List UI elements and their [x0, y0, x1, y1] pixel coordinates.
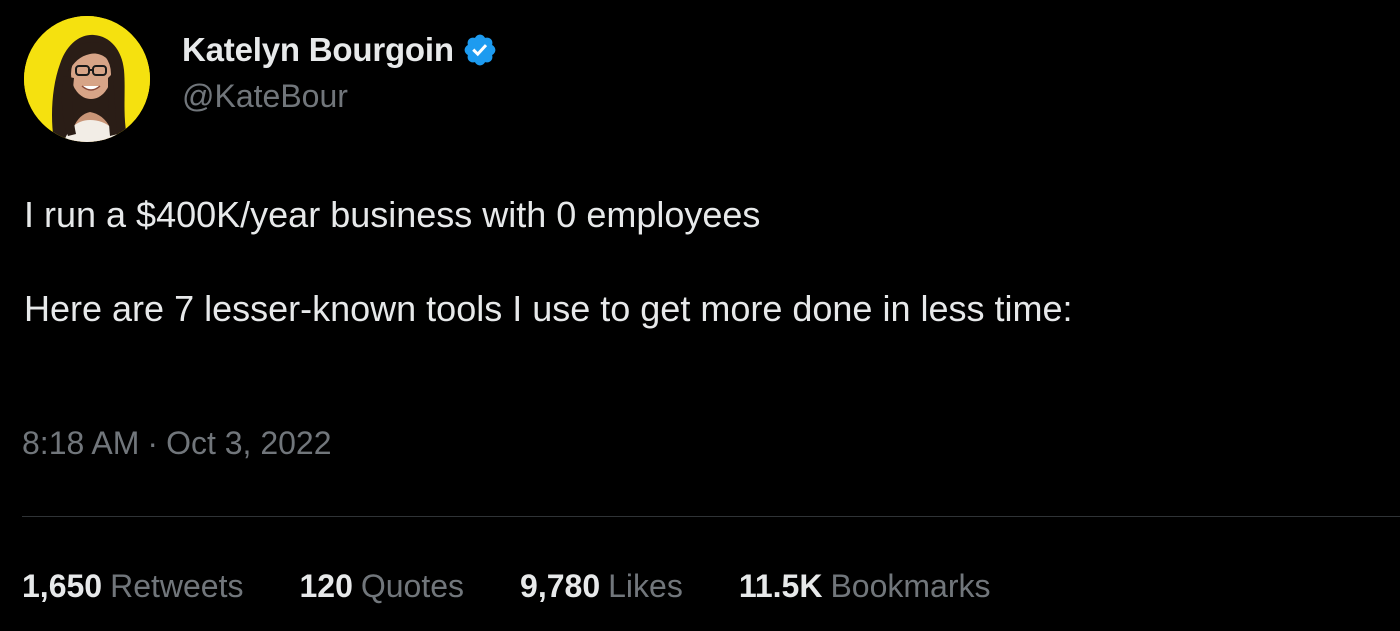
stat-label: Bookmarks [830, 568, 991, 604]
avatar[interactable] [24, 16, 150, 142]
stat-retweets[interactable]: 1,650 Retweets [22, 568, 243, 605]
engagement-stats: 1,650 Retweets 120 Quotes 9,780 Likes 11… [22, 568, 990, 605]
tweet-card: Katelyn Bourgoin @KateBour I run a $400K… [0, 0, 1400, 631]
display-name[interactable]: Katelyn Bourgoin [182, 31, 454, 69]
tweet-text: I run a $400K/year business with 0 emplo… [24, 190, 1394, 334]
verified-badge-icon[interactable] [462, 32, 498, 68]
stat-value: 11.5K [738, 568, 823, 604]
tweet-date[interactable]: Oct 3, 2022 [166, 425, 331, 462]
stat-value: 9,780 [520, 568, 601, 604]
stat-value: 1,650 [22, 568, 103, 604]
stat-quotes[interactable]: 120 Quotes [299, 568, 464, 605]
timestamp-separator: · [147, 425, 159, 461]
user-handle[interactable]: @KateBour [182, 78, 498, 115]
avatar-image [24, 16, 150, 142]
tweet-time[interactable]: 8:18 AM [22, 425, 139, 462]
stat-label: Quotes [360, 568, 465, 604]
tweet-paragraph: Here are 7 lesser-known tools I use to g… [24, 288, 1073, 329]
stat-label: Retweets [110, 568, 244, 604]
tweet-timestamp: 8:18 AM · Oct 3, 2022 [22, 425, 332, 462]
stat-bookmarks[interactable]: 11.5K Bookmarks [739, 568, 991, 605]
stat-value: 120 [299, 568, 353, 604]
stat-label: Likes [608, 568, 683, 604]
name-row: Katelyn Bourgoin [182, 28, 498, 72]
tweet-paragraph: I run a $400K/year business with 0 emplo… [24, 194, 761, 235]
author-info: Katelyn Bourgoin @KateBour [182, 28, 498, 115]
stat-likes[interactable]: 9,780 Likes [520, 568, 683, 605]
divider [22, 516, 1400, 517]
